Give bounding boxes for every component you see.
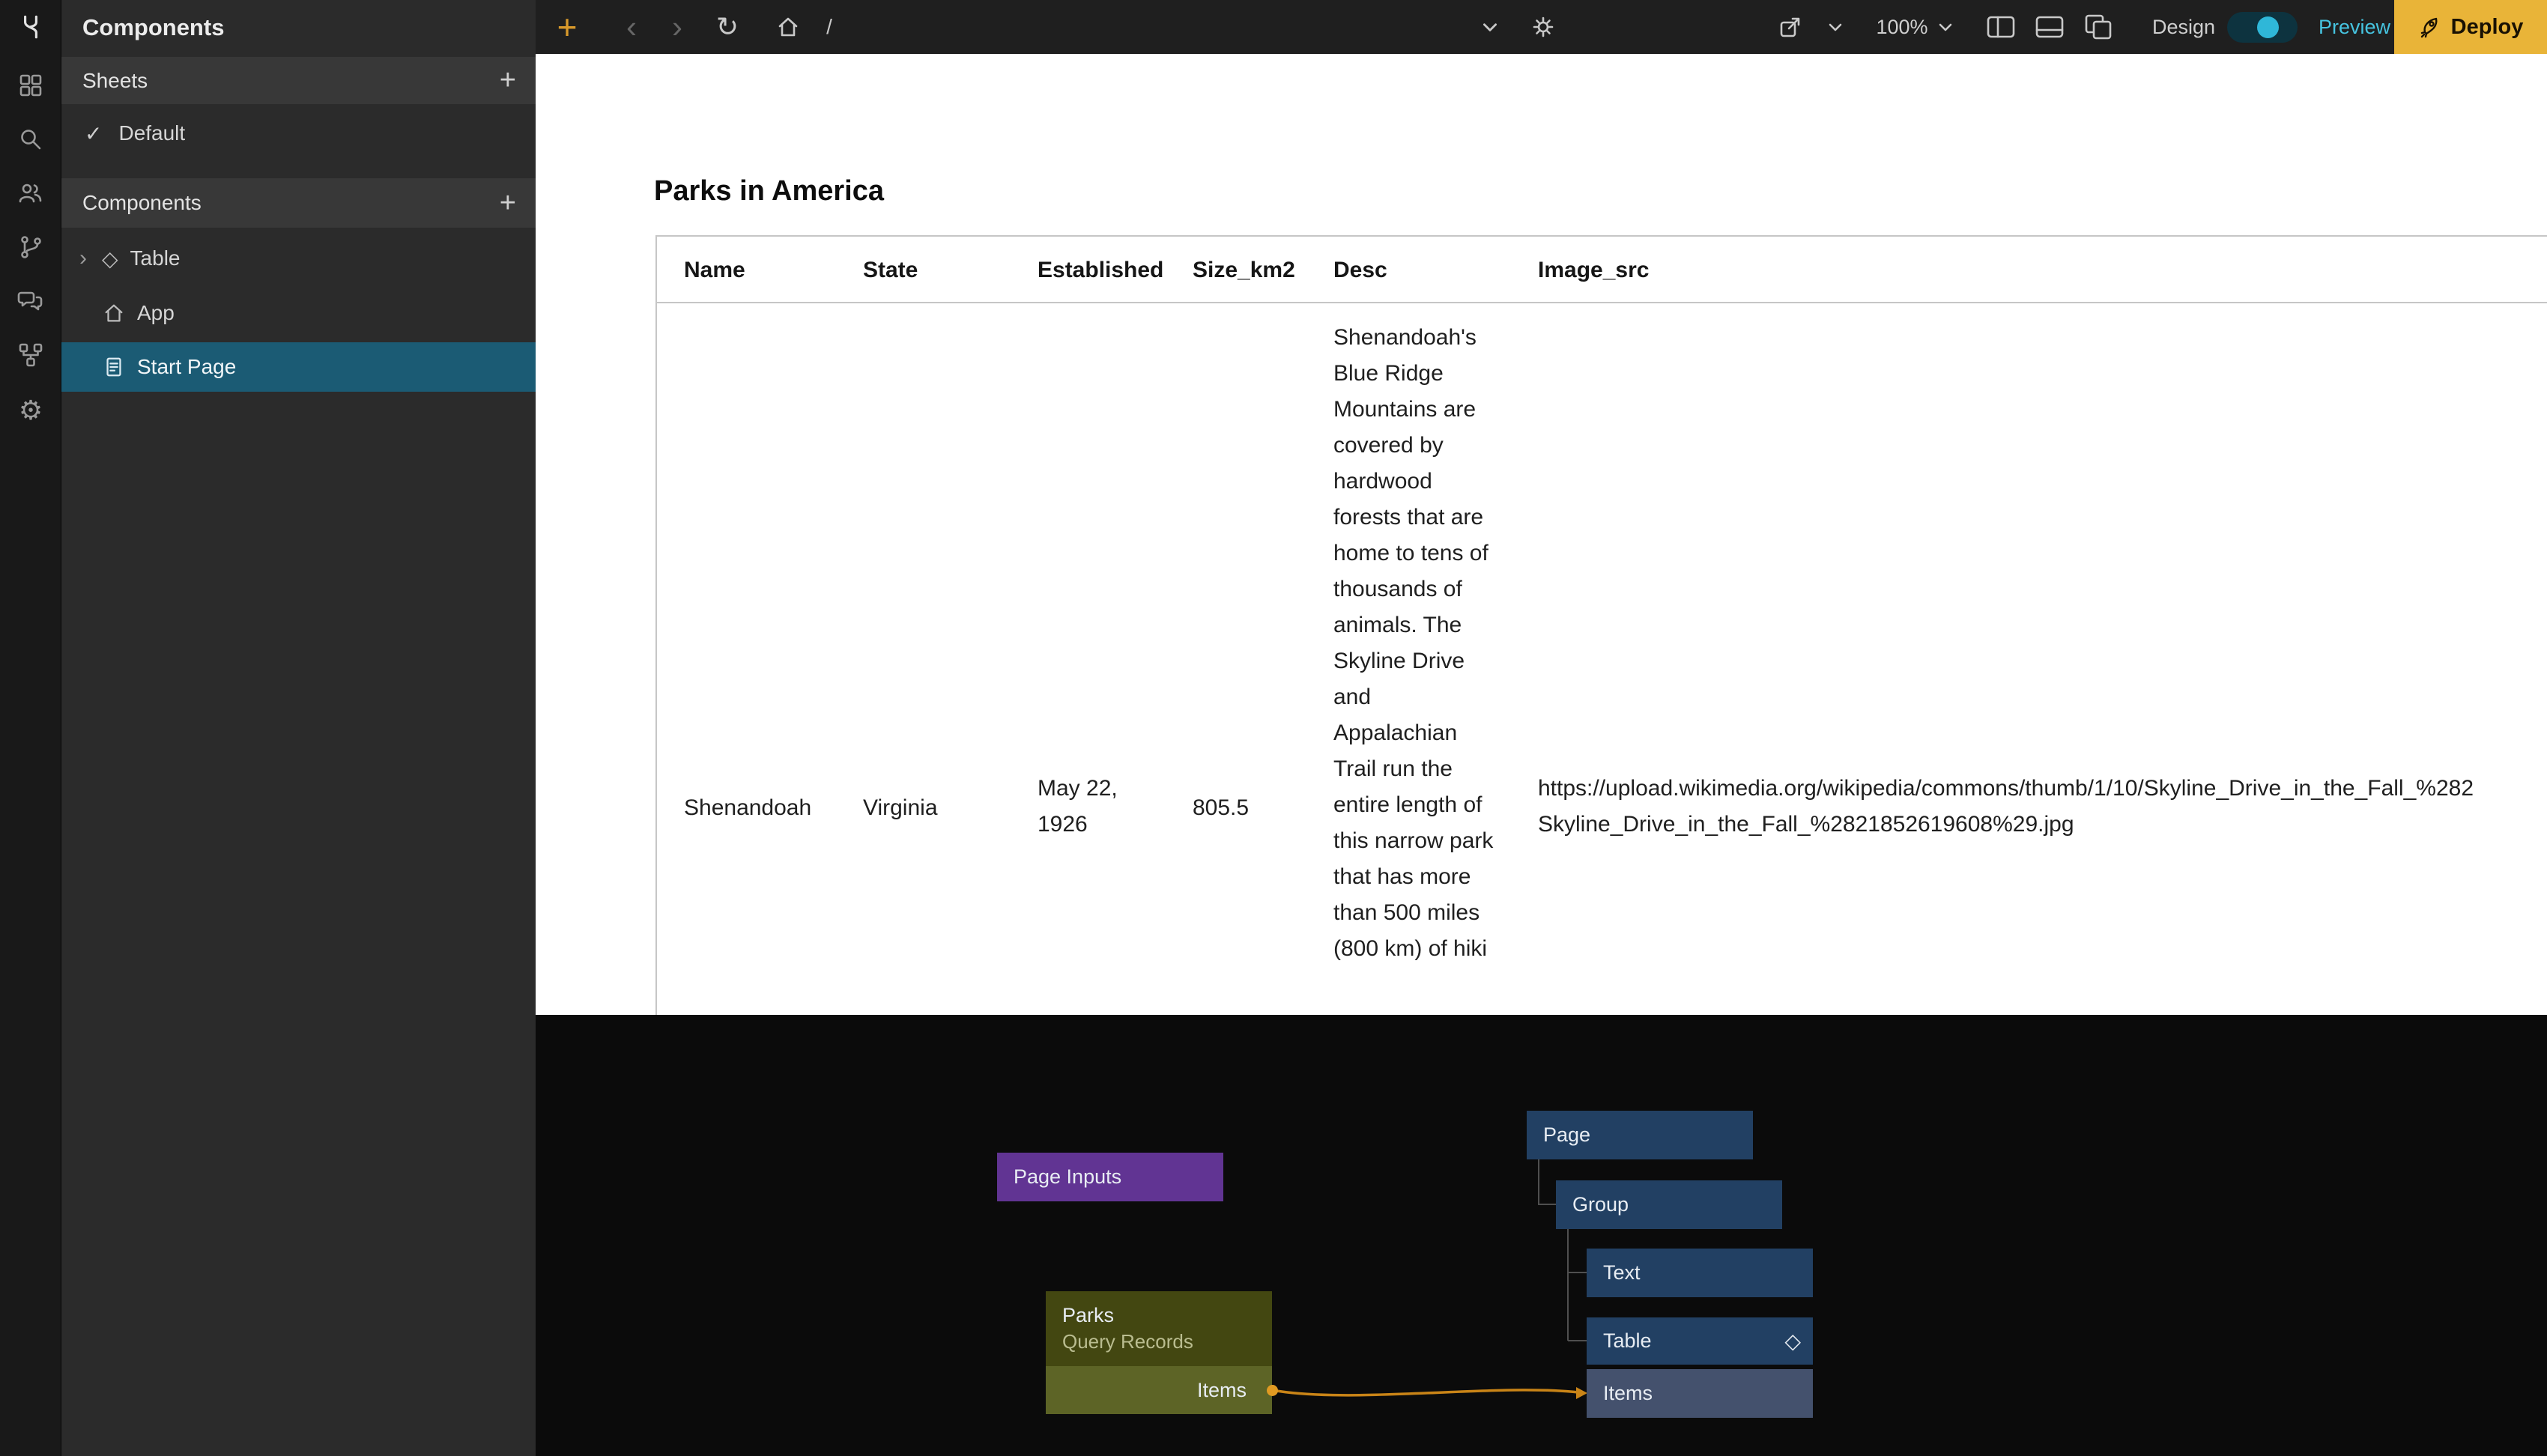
check-icon: ✓ [85, 121, 102, 146]
node-label: Page Inputs [1014, 1165, 1121, 1189]
port-label: Items [1197, 1379, 1247, 1402]
design-mode-label[interactable]: Design [2146, 0, 2221, 54]
node-table-items-port[interactable]: Items [1587, 1369, 1813, 1418]
column-header-desc: Desc [1333, 237, 1387, 303]
sheet-item-label: Default [118, 121, 185, 145]
app-window: ⚙ Components Sheets + ✓ Default Componen… [0, 0, 2547, 1456]
back-button[interactable]: ‹ [614, 0, 649, 54]
add-element-button[interactable]: + [549, 0, 585, 54]
home-icon [776, 15, 800, 39]
toolbar: + ‹ › ↻ / 100% Des [536, 0, 2547, 54]
cell-image-src: https://upload.wikimedia.org/wikipedia/c… [1538, 771, 2547, 843]
toggle-overlay-panel-icon[interactable] [2080, 0, 2116, 54]
toggle-left-panel-icon[interactable] [1983, 0, 2019, 54]
deploy-button[interactable]: Deploy [2394, 0, 2547, 54]
route-dropdown-chevron-icon[interactable] [1474, 0, 1506, 54]
page-heading[interactable]: Parks in America [654, 175, 884, 207]
comments-icon[interactable] [16, 286, 46, 316]
sidebar-item-table[interactable]: › ◇ Table [61, 234, 536, 283]
column-header-state: State [863, 237, 918, 303]
node-group[interactable]: Group [1556, 1180, 1782, 1229]
node-table[interactable]: Table ◇ [1587, 1317, 1813, 1365]
chevron-right-icon[interactable]: › [79, 246, 87, 271]
wire-layer [536, 1015, 2547, 1456]
grid-icon[interactable] [16, 70, 46, 100]
component-item-label: App [137, 301, 175, 325]
output-port-dot[interactable] [1267, 1385, 1278, 1396]
node-parks-items-port[interactable]: Items [1046, 1366, 1272, 1414]
home-icon [103, 302, 125, 324]
toggle-knob [2257, 16, 2279, 38]
component-item-label: Table [130, 246, 181, 270]
cell-established: May 22, 1926 [1038, 771, 1163, 843]
port-label: Items [1603, 1382, 1653, 1405]
page-icon [103, 356, 125, 378]
node-page-inputs[interactable]: Page Inputs [997, 1153, 1223, 1201]
node-label: Group [1572, 1193, 1629, 1216]
debug-icon[interactable] [1526, 0, 1560, 54]
node-subtitle: Query Records [1062, 1330, 1193, 1353]
data-flow-panel[interactable]: Page Inputs Parks Query Records Items Pa… [536, 1015, 2547, 1456]
node-label: Table [1603, 1329, 1652, 1353]
add-sheet-button[interactable]: + [500, 64, 516, 97]
column-header-size: Size_km2 [1193, 237, 1295, 303]
cell-name: Shenandoah [684, 790, 811, 826]
column-header-name: Name [684, 237, 745, 303]
preview-mode-label[interactable]: Preview [2310, 0, 2399, 54]
panel-title: Components [82, 0, 224, 55]
branch-icon[interactable] [16, 232, 46, 262]
forward-button[interactable]: › [659, 0, 695, 54]
connection-wire[interactable] [1272, 1390, 1578, 1395]
column-header-established: Established [1038, 237, 1163, 303]
node-parks-query[interactable]: Parks Query Records [1046, 1291, 1272, 1366]
search-icon[interactable] [16, 124, 46, 154]
users-icon[interactable] [16, 178, 46, 208]
section-sheets[interactable]: Sheets + [61, 57, 536, 104]
toggle-bottom-panel-icon[interactable] [2032, 0, 2068, 54]
home-button[interactable] [771, 0, 805, 54]
node-text[interactable]: Text [1587, 1249, 1813, 1297]
node-label: Text [1603, 1261, 1641, 1284]
fit-view-chevron-icon[interactable] [1820, 0, 1850, 54]
cell-size: 805.5 [1193, 790, 1249, 826]
sidebar-item-app[interactable]: App [61, 288, 536, 338]
diamond-icon: ◇ [1784, 1329, 1801, 1353]
route-path[interactable]: / [816, 0, 843, 54]
section-components[interactable]: Components + [61, 178, 536, 228]
column-header-image-src: Image_src [1538, 237, 1649, 303]
components-panel: Components Sheets + ✓ Default Components… [61, 0, 536, 1456]
section-components-label: Components [82, 191, 202, 215]
parks-table[interactable]: Name State Established Size_km2 Desc Ima… [655, 235, 2547, 1015]
cell-desc: Shenandoah's Blue Ridge Mountains are co… [1333, 320, 1494, 967]
add-component-button[interactable]: + [500, 187, 516, 219]
app-logo-icon[interactable] [16, 12, 46, 42]
zoom-chevron-icon[interactable] [1930, 0, 1960, 54]
flows-icon[interactable] [16, 340, 46, 370]
icon-rail: ⚙ [0, 0, 61, 1456]
node-page[interactable]: Page [1527, 1111, 1753, 1159]
node-title: Parks [1062, 1304, 1114, 1327]
canvas[interactable]: Parks in America Name State Established … [536, 54, 2547, 1015]
cell-state: Virginia [863, 790, 938, 826]
sidebar-item-start-page[interactable]: Start Page [61, 342, 536, 392]
component-item-label: Start Page [137, 355, 236, 379]
sidebar-item-default-sheet[interactable]: ✓ Default [61, 109, 536, 158]
rocket-icon [2418, 15, 2442, 39]
deploy-label: Deploy [2451, 15, 2524, 40]
design-preview-toggle[interactable] [2227, 12, 2298, 43]
fit-view-icon[interactable] [1773, 0, 1808, 54]
refresh-button[interactable]: ↻ [709, 0, 745, 54]
table-header-row: Name State Established Size_km2 Desc Ima… [657, 237, 2547, 303]
diamond-icon: ◇ [102, 246, 118, 271]
section-sheets-label: Sheets [82, 69, 148, 93]
settings-gear-icon[interactable]: ⚙ [16, 395, 46, 425]
node-label: Page [1543, 1123, 1590, 1147]
zoom-level[interactable]: 100% [1871, 0, 1933, 54]
